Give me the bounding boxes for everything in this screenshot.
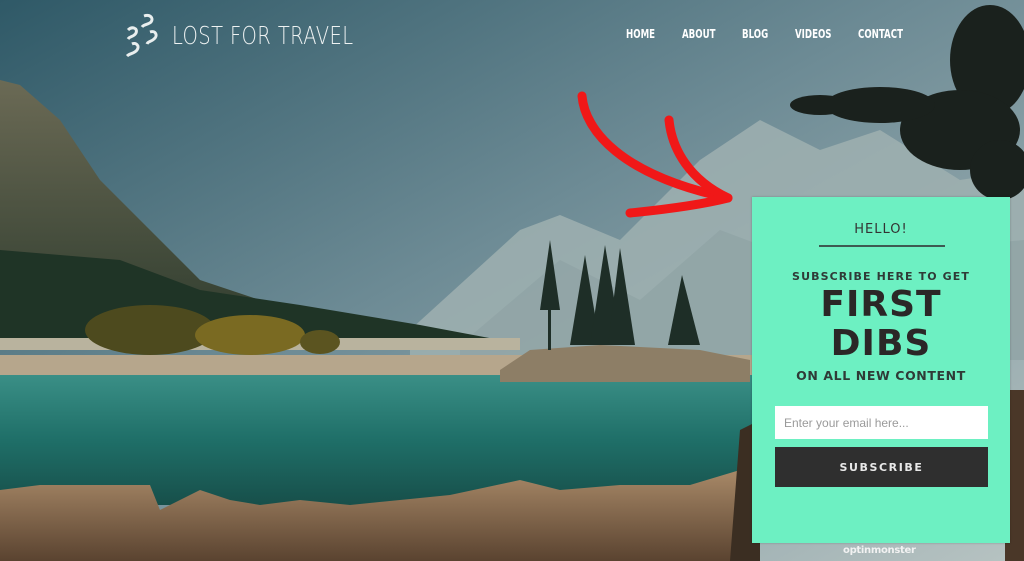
site-header: LOST FOR TRAVEL HOME ABOUT BLOG VIDEOS C…: [0, 0, 1024, 70]
subscribe-button[interactable]: SUBSCRIBE: [775, 447, 988, 487]
footprints-icon: [125, 14, 158, 58]
nav-about[interactable]: ABOUT: [682, 27, 730, 41]
popup-subline: ON ALL NEW CONTENT: [796, 368, 966, 383]
optinmonster-branding[interactable]: optinmonster: [843, 545, 916, 556]
nav-contact[interactable]: CONTACT: [858, 27, 906, 41]
nav-videos[interactable]: VIDEOS: [795, 27, 845, 41]
email-input[interactable]: [775, 406, 988, 439]
site-title: LOST FOR TRAVEL: [172, 20, 354, 50]
popup-headline: FIRST DIBS: [752, 285, 1010, 363]
site-logo[interactable]: LOST FOR TRAVEL: [122, 12, 405, 58]
popup-headline-line2: DIBS: [830, 323, 932, 364]
popup-kicker: SUBSCRIBE HERE TO GET: [792, 270, 970, 283]
nav-blog[interactable]: BLOG: [742, 27, 784, 41]
optin-popup: HELLO! SUBSCRIBE HERE TO GET FIRST DIBS …: [752, 197, 1010, 543]
main-nav: HOME ABOUT BLOG VIDEOS CONTACT: [626, 27, 918, 41]
nav-home[interactable]: HOME: [626, 27, 671, 41]
popup-divider: [819, 245, 945, 247]
popup-headline-line1: FIRST: [820, 284, 942, 325]
popup-greeting: HELLO!: [854, 222, 908, 237]
